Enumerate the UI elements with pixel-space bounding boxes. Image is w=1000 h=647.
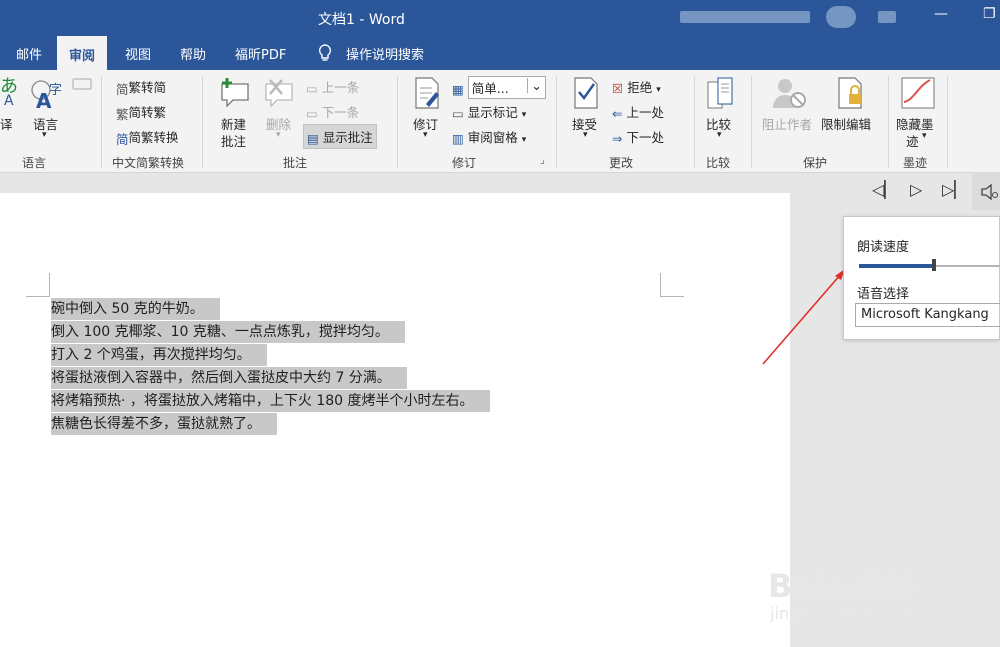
new-comment-label2[interactable]: 批注 [221,131,246,150]
language-dropdown-arrow[interactable]: ▾ [42,130,47,140]
group-label-ink: 墨迹 [903,156,928,170]
previous-comment-icon: ▭ [306,81,318,96]
minimize-icon[interactable]: — [934,6,948,22]
markup-view-icon: ▦ [452,82,464,97]
title-bar: 文档1 - Word — ❐ [0,0,1000,36]
next-paragraph-icon[interactable]: ▷▏ [942,180,967,199]
reviewing-pane-icon: ▥ [452,131,464,146]
previous-change-button[interactable]: ⇐ 上一处 [612,102,664,121]
trad-to-simp-icon: 简 [116,82,129,97]
new-comment-icon[interactable] [218,76,252,114]
show-comments-icon: ▤ [307,131,319,146]
document-line[interactable]: 将蛋挞液倒入容器中，然后倒入蛋挞皮中大约 7 分满。 [51,367,407,389]
document-line[interactable]: 倒入 100 克椰浆、10 克糖、一点点炼乳，搅拌均匀。 [51,321,405,343]
document-line[interactable]: 将烤箱预热· ，将蛋挞放入烤箱中，上下火 180 度烤半个小时左右。 [51,390,490,412]
group-label-changes: 更改 [609,156,634,170]
next-comment-icon: ▭ [306,106,318,121]
tab-help[interactable]: 帮助 [180,44,206,63]
tracking-dialog-launcher-icon[interactable]: ⌟ [540,155,545,166]
block-authors-button: 阻止作者 [762,117,813,132]
voice-select[interactable]: Microsoft Kangkang [855,303,1000,327]
group-label-compare: 比较 [706,156,731,170]
tab-view[interactable]: 视图 [125,44,151,63]
ribbon: あA 译 A字 语言 ▾ 语言 简繁转简 繁简转繁 简简繁转换 中文简繁转换 新… [0,70,1000,173]
voice-selection-label: 语音选择 [857,287,910,302]
reject-button[interactable]: ☒ 拒绝 ▾ [612,77,661,96]
hide-ink-icon[interactable] [900,76,936,114]
next-change-icon: ⇒ [612,131,623,146]
margin-marker-right [660,273,684,297]
delete-comment-icon [262,78,296,112]
accept-icon[interactable] [572,76,600,114]
accept-dropdown-arrow[interactable]: ▾ [583,130,588,140]
simp-to-trad-icon: 繁 [116,107,129,122]
next-change-button[interactable]: ⇒ 下一处 [612,127,664,146]
show-comments-button[interactable]: ▤ 显示批注 [303,124,377,149]
trad-to-simp-button[interactable]: 简繁转简 [116,77,166,98]
group-label-protect: 保护 [803,156,828,170]
restore-icon[interactable]: ❐ [983,6,996,22]
block-authors-icon [770,76,808,114]
show-markup-button[interactable]: ▭ 显示标记 ▾ [452,102,526,121]
tab-mailings[interactable]: 邮件 [16,44,42,63]
group-label-language: 语言 [22,156,47,170]
previous-paragraph-icon[interactable]: ◁▏ [872,180,897,199]
track-changes-icon[interactable] [412,76,442,114]
account-avatar[interactable] [826,6,856,28]
markup-view-select[interactable]: ▦ 简单... ⌄ [452,76,546,99]
reading-speed-fill [859,264,934,268]
hide-ink-label2[interactable]: 迹 [906,131,919,150]
document-line[interactable]: 焦糖色长得差不多，蛋挞就熟了。 [51,413,277,435]
play-icon[interactable]: ▷ [910,180,922,199]
delete-dropdown-arrow: ▾ [276,130,281,140]
watermark-logo: Baidu经验 [768,567,917,605]
tell-me-search[interactable]: 操作说明搜索 [346,44,424,63]
restrict-editing-button[interactable]: 限制编辑 [821,114,871,133]
compare-icon[interactable] [706,76,736,114]
previous-comment-button: ▭ 上一条 [306,80,360,96]
svg-text:字: 字 [49,83,62,98]
read-aloud-settings-icon[interactable] [972,172,1000,210]
annotation-arrow [762,269,845,365]
simp-to-trad-button[interactable]: 繁简转繁 [116,102,166,123]
window-title: 文档1 - Word [318,12,405,28]
compare-dropdown-arrow[interactable]: ▾ [717,130,722,140]
ribbon-options-icon[interactable] [878,11,896,23]
group-label-comments: 批注 [283,156,308,170]
ribbon-tab-bar: 邮件 审阅 视图 帮助 福昕PDF 操作说明搜索 [0,36,1000,70]
document-line[interactable]: 碗中倒入 50 克的牛奶。 [51,298,220,320]
restrict-editing-icon[interactable] [836,76,866,114]
chevron-down-icon[interactable]: ⌄ [527,78,542,93]
show-markup-icon: ▭ [452,106,464,121]
group-label-tracking: 修订 [452,156,477,170]
lightbulb-icon[interactable] [318,44,332,66]
hide-ink-dropdown-arrow[interactable]: ▾ [922,131,927,141]
group-label-chinese: 中文简繁转换 [112,156,185,170]
tab-foxit-pdf[interactable]: 福昕PDF [235,44,286,63]
reading-speed-label: 朗读速度 [857,240,910,255]
blurred-account-name [680,11,810,23]
read-aloud-settings-panel: 朗读速度 语音选择 Microsoft Kangkang [843,216,1000,340]
convert-button[interactable]: 简简繁转换 [116,127,179,148]
previous-change-icon: ⇐ [612,106,623,121]
document-line[interactable]: 打入 2 个鸡蛋，再次搅拌均匀。 [51,344,267,366]
reject-icon: ☒ [612,81,624,96]
tab-review[interactable]: 审阅 [57,36,108,70]
language-icon[interactable]: A字 [30,78,66,114]
reading-speed-thumb[interactable] [932,259,936,271]
margin-marker-left [26,273,50,297]
next-comment-button: ▭ 下一条 [306,105,360,121]
translate-icon[interactable]: あA [0,76,22,110]
translate-button[interactable]: 译 [0,114,13,133]
convert-icon: 简 [116,132,129,147]
reviewing-pane-button[interactable]: ▥ 审阅窗格 ▾ [452,127,526,146]
keyboard-icon [72,76,92,94]
svg-text:A: A [4,93,14,106]
watermark-url: jingyan.baidu.com [770,604,918,623]
track-dropdown-arrow[interactable]: ▾ [423,130,428,140]
